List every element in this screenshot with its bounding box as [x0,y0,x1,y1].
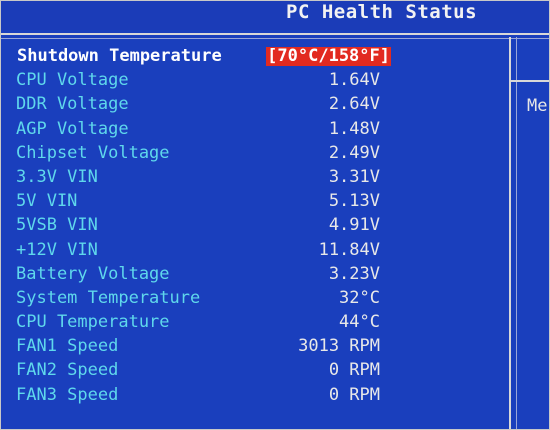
bios-screen: PC Health Status Me Shutdown Temperature… [0,0,550,430]
screen-border [0,0,550,430]
